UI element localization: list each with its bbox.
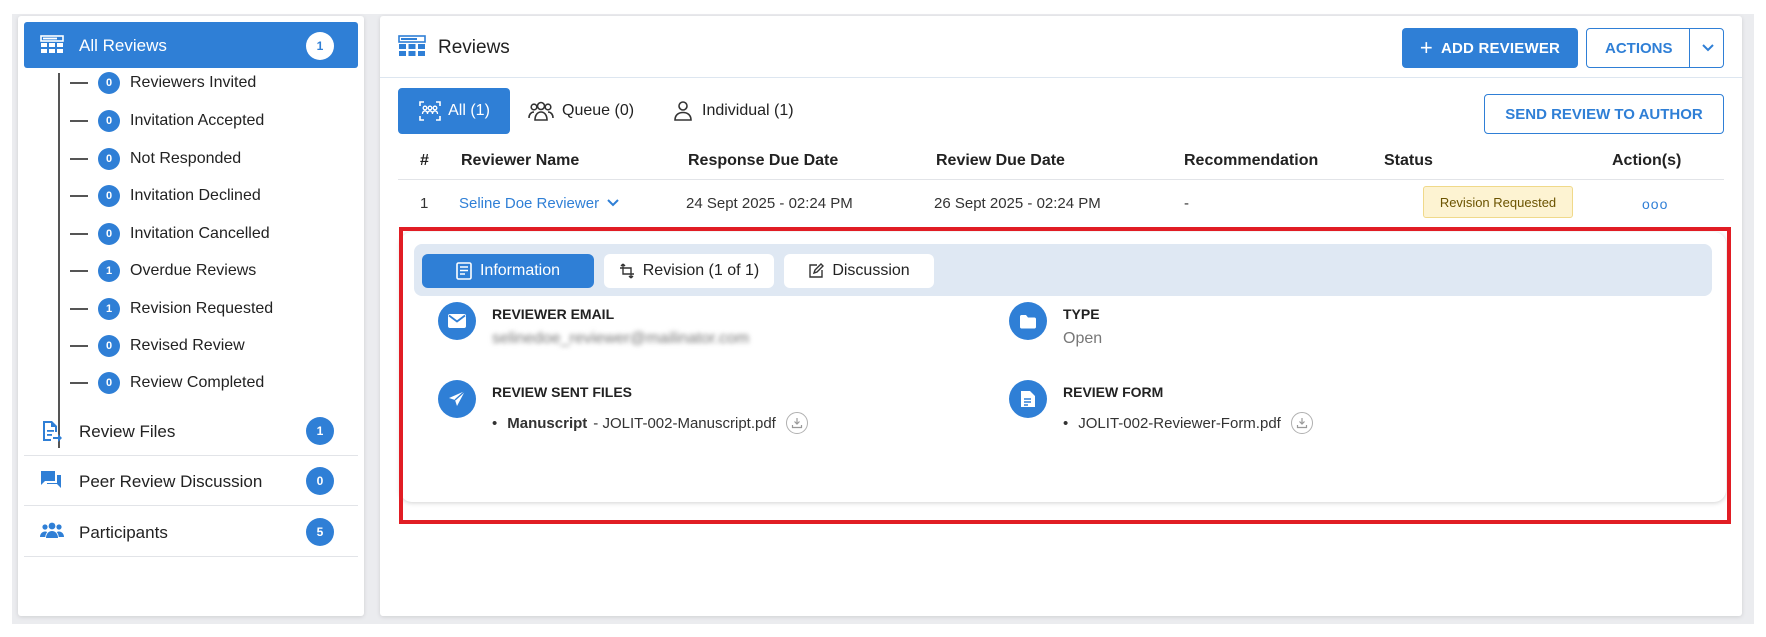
count-badge: 0: [98, 372, 120, 394]
count-badge: 0: [98, 110, 120, 132]
column-header: Action(s): [1612, 152, 1682, 169]
count-badge: 0: [98, 185, 120, 207]
column-header[interactable]: Review Due Date: [936, 152, 1065, 170]
review-list-icon: [398, 35, 426, 62]
sidebar-item-label: Participants: [79, 523, 168, 542]
button-label: ACTIONS: [1605, 40, 1673, 57]
count-badge: 0: [98, 72, 120, 94]
sidebar-subitem-reviewers-invited[interactable]: 0 Reviewers Invited: [70, 71, 256, 95]
tab-queue[interactable]: Queue (0): [528, 88, 634, 134]
table-header: # Reviewer Name Response Due Date Review…: [398, 140, 1724, 180]
add-reviewer-button[interactable]: + ADD REVIEWER: [1402, 28, 1578, 68]
button-label: ADD REVIEWER: [1440, 39, 1561, 57]
subitem-label: Revised Review: [130, 337, 245, 354]
sidebar-subitem-revised-review[interactable]: 0 Revised Review: [70, 334, 245, 358]
review-due-date: 26 Sept 2025 - 02:24 PM: [934, 195, 1101, 212]
sidebar-item-label: All Reviews: [79, 36, 167, 55]
count-badge: 5: [306, 518, 334, 546]
count-badge: 0: [98, 335, 120, 357]
tab-label: Queue (0): [562, 102, 635, 119]
group-icon: [528, 100, 554, 122]
send-review-to-author-button[interactable]: SEND REVIEW TO AUTHOR: [1484, 94, 1724, 134]
sidebar-item-all-reviews[interactable]: All Reviews 1: [24, 22, 358, 68]
count-badge: 1: [98, 260, 120, 282]
reviewer-name-link[interactable]: Seline Doe Reviewer: [459, 195, 619, 212]
count-badge: 1: [306, 32, 334, 60]
more-actions-icon[interactable]: ooo: [1642, 196, 1668, 212]
tree-connector: [58, 73, 60, 448]
sidebar-item-label: Review Files: [79, 422, 176, 441]
count-badge: 0: [306, 467, 334, 495]
highlight-box: [399, 227, 1731, 524]
table-row: 1 Seline Doe Reviewer 24 Sept 2025 - 02:…: [398, 182, 1724, 226]
column-header: #: [420, 152, 429, 169]
person-icon: [672, 100, 694, 122]
people-icon: [40, 521, 64, 544]
subitem-label: Invitation Declined: [130, 187, 261, 204]
plus-icon: +: [1419, 35, 1433, 60]
grid-people-icon: [418, 100, 442, 122]
sidebar-item-review-files[interactable]: Review Files 1: [24, 406, 358, 456]
chat-icon: [40, 470, 62, 495]
column-header[interactable]: Recommendation: [1184, 152, 1318, 170]
sidebar-subitem-not-responded[interactable]: 0 Not Responded: [70, 147, 241, 171]
count-badge: 0: [98, 223, 120, 245]
review-list-icon: [40, 35, 64, 60]
sidebar-subitem-invitation-declined[interactable]: 0 Invitation Declined: [70, 184, 261, 208]
chevron-down-icon[interactable]: [1700, 39, 1716, 59]
file-arrow-icon: [40, 420, 62, 447]
sidebar-subitem-revision-requested[interactable]: 1 Revision Requested: [70, 297, 273, 321]
sidebar-subitem-review-completed[interactable]: 0 Review Completed: [70, 371, 264, 395]
sidebar: All Reviews 1 0 Reviewers Invited 0 Invita…: [18, 16, 364, 616]
sidebar-item-label: Peer Review Discussion: [79, 472, 263, 491]
sidebar-subitem-invitation-cancelled[interactable]: 0 Invitation Cancelled: [70, 222, 270, 246]
chevron-down-icon: [607, 199, 619, 207]
tab-all[interactable]: All (1): [398, 88, 510, 134]
sidebar-item-participants[interactable]: Participants 5: [24, 507, 358, 557]
tab-label: Individual (1): [702, 102, 794, 119]
subitem-label: Reviewers Invited: [130, 74, 257, 91]
subitem-label: Invitation Cancelled: [130, 225, 270, 242]
subitem-label: Overdue Reviews: [130, 262, 257, 279]
tab-individual[interactable]: Individual (1): [672, 88, 794, 134]
count-badge: 0: [98, 148, 120, 170]
count-badge: 1: [306, 417, 334, 445]
reviewer-name: Seline Doe Reviewer: [459, 195, 600, 212]
recommendation: -: [1184, 195, 1189, 212]
sidebar-subitem-invitation-accepted[interactable]: 0 Invitation Accepted: [70, 109, 264, 133]
row-number: 1: [420, 195, 429, 212]
tab-label: All (1): [448, 102, 490, 119]
column-header[interactable]: Status: [1384, 152, 1433, 170]
column-header[interactable]: Response Due Date: [688, 152, 838, 170]
subitem-label: Not Responded: [130, 150, 242, 167]
status-badge: Revision Requested: [1423, 186, 1573, 218]
actions-dropdown-button[interactable]: ACTIONS: [1586, 28, 1724, 68]
subitem-label: Invitation Accepted: [130, 112, 265, 129]
column-header[interactable]: Reviewer Name: [461, 152, 579, 170]
subitem-label: Review Completed: [130, 374, 265, 391]
main-header: Reviews + ADD REVIEWER ACTIONS: [380, 16, 1742, 78]
response-due-date: 24 Sept 2025 - 02:24 PM: [686, 195, 853, 212]
sidebar-subitem-overdue-reviews[interactable]: 1 Overdue Reviews: [70, 259, 256, 283]
page-title: Reviews: [438, 37, 510, 58]
subitem-label: Revision Requested: [130, 300, 274, 317]
count-badge: 1: [98, 298, 120, 320]
sidebar-item-peer-review-discussion[interactable]: Peer Review Discussion 0: [24, 456, 358, 506]
divider: [1689, 29, 1690, 67]
